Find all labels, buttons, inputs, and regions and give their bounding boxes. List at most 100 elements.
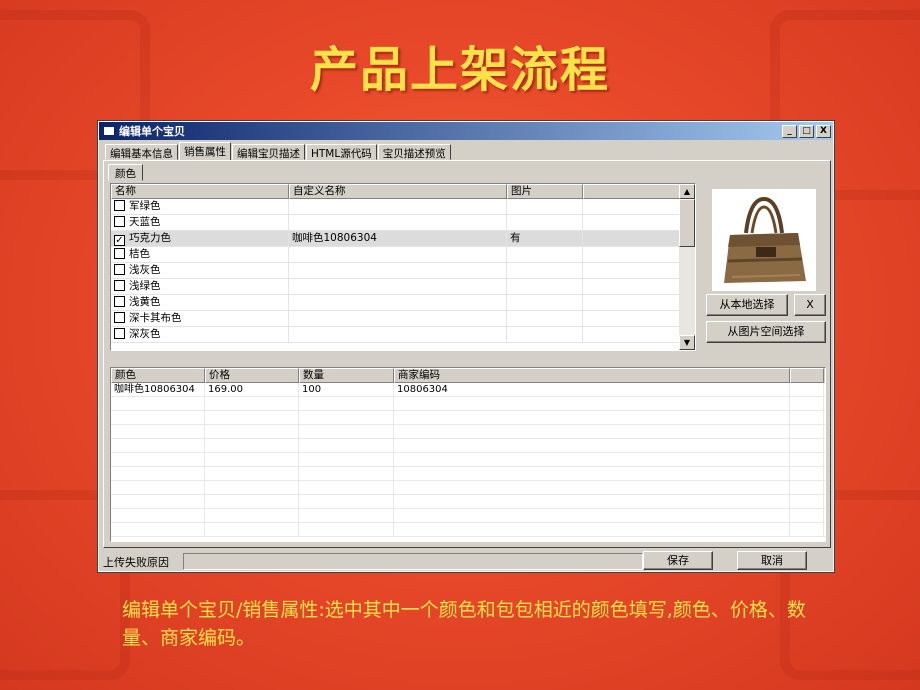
select-local-button[interactable]: 从本地选择 xyxy=(706,294,788,316)
image-cell xyxy=(507,327,583,342)
col-header-color[interactable]: 颜色 xyxy=(111,368,205,383)
blank-cell xyxy=(583,199,683,214)
custom-name-cell[interactable] xyxy=(289,279,507,294)
subtab-color[interactable]: 颜色 xyxy=(108,164,143,181)
color-name-cell: 桔色 xyxy=(111,247,289,262)
color-checkbox[interactable] xyxy=(114,200,125,211)
custom-name-cell[interactable] xyxy=(289,263,507,278)
col-header-price[interactable]: 价格 xyxy=(205,368,299,383)
custom-name-cell[interactable] xyxy=(289,311,507,326)
sku-grid: 颜色 价格 数量 商家编码 咖啡色10806304 169.00 100 108063… xyxy=(110,367,826,542)
color-grid-scrollbar[interactable]: ▲ ▼ xyxy=(679,184,695,350)
empty-table-row xyxy=(111,425,825,439)
blank-cell xyxy=(583,295,683,310)
table-row[interactable]: 咖啡色10806304 169.00 100 10806304 xyxy=(111,383,825,397)
product-image xyxy=(712,189,816,291)
table-row[interactable]: 浅灰色 xyxy=(111,263,695,279)
custom-name-cell[interactable] xyxy=(289,247,507,262)
handbag-icon xyxy=(724,196,806,283)
empty-table-row xyxy=(111,453,825,467)
sku-price-cell[interactable]: 169.00 xyxy=(205,383,299,396)
table-row[interactable]: 桔色 xyxy=(111,247,695,263)
sku-quantity-cell[interactable]: 100 xyxy=(299,383,394,396)
window-title: 编辑单个宝贝 xyxy=(119,125,185,138)
cancel-button[interactable]: 取消 xyxy=(737,551,807,570)
table-row[interactable]: ✓ 巧克力色 咖啡色10806304 有 xyxy=(111,231,695,247)
slide-caption: 编辑单个宝贝/销售属性:选中其中一个颜色和包包相近的颜色填写,颜色、价格、数量、… xyxy=(122,599,806,649)
color-checkbox[interactable] xyxy=(114,328,125,339)
image-cell xyxy=(507,199,583,214)
custom-name-cell[interactable] xyxy=(289,295,507,310)
color-name-cell: ✓ 巧克力色 xyxy=(111,231,289,246)
col-header-merchant-code[interactable]: 商家编码 xyxy=(394,368,790,383)
color-name-cell: 深卡其布色 xyxy=(111,311,289,326)
color-name-label: 深灰色 xyxy=(129,328,161,340)
table-row[interactable]: 浅绿色 xyxy=(111,279,695,295)
custom-name-cell[interactable] xyxy=(289,199,507,214)
blank-cell xyxy=(583,215,683,230)
sku-code-cell[interactable]: 10806304 xyxy=(394,383,790,396)
image-cell xyxy=(507,295,583,310)
color-name-cell: 浅黄色 xyxy=(111,295,289,310)
blank-cell xyxy=(583,231,683,246)
color-name-label: 天蓝色 xyxy=(129,216,161,228)
table-row[interactable]: 军绿色 xyxy=(111,199,695,215)
empty-table-row xyxy=(111,397,825,411)
image-cell xyxy=(507,215,583,230)
image-cell xyxy=(507,279,583,294)
image-cell xyxy=(507,263,583,278)
select-image-space-button[interactable]: 从图片空间选择 xyxy=(706,321,826,343)
table-row[interactable]: 浅黄色 xyxy=(111,295,695,311)
upload-fail-label: 上传失败原因 xyxy=(103,556,169,569)
tab-description-preview[interactable]: 宝贝描述预览 xyxy=(377,144,451,160)
empty-table-row xyxy=(111,509,825,523)
color-name-label: 浅绿色 xyxy=(129,280,161,292)
custom-name-cell[interactable] xyxy=(289,215,507,230)
color-grid: 名称 自定义名称 图片 军绿色 天蓝色 ✓ 巧克力色 咖啡色10806304 有桔色 浅灰色… xyxy=(110,183,696,351)
color-checkbox[interactable] xyxy=(114,312,125,323)
col-header-custom-name[interactable]: 自定义名称 xyxy=(289,184,507,199)
color-checkbox[interactable] xyxy=(114,264,125,275)
close-button[interactable]: X xyxy=(816,124,831,138)
tab-edit-description[interactable]: 编辑宝贝描述 xyxy=(232,144,305,160)
color-checkbox[interactable]: ✓ xyxy=(114,235,125,246)
sku-color-cell[interactable]: 咖啡色10806304 xyxy=(111,383,205,396)
image-cell xyxy=(507,311,583,326)
color-name-label: 浅黄色 xyxy=(129,296,161,308)
blank-cell xyxy=(583,327,683,342)
window-titlebar[interactable]: 编辑单个宝贝 _ □ X xyxy=(99,122,833,140)
status-bar: 上传失败原因 保存 取消 xyxy=(99,551,833,572)
scroll-down-arrow-icon[interactable]: ▼ xyxy=(679,335,695,350)
upload-fail-reason-field xyxy=(183,553,643,570)
scroll-up-arrow-icon[interactable]: ▲ xyxy=(679,184,695,199)
custom-name-cell[interactable] xyxy=(289,327,507,342)
custom-name-cell[interactable]: 咖啡色10806304 xyxy=(289,231,507,246)
save-button[interactable]: 保存 xyxy=(643,551,713,570)
maximize-button[interactable]: □ xyxy=(799,124,814,138)
empty-table-row xyxy=(111,411,825,425)
table-row[interactable]: 天蓝色 xyxy=(111,215,695,231)
col-header-blank xyxy=(583,184,683,199)
color-checkbox[interactable] xyxy=(114,216,125,227)
color-name-label: 桔色 xyxy=(129,248,150,260)
image-cell: 有 xyxy=(507,231,583,246)
clear-image-button[interactable]: X xyxy=(794,294,826,316)
col-header-image[interactable]: 图片 xyxy=(507,184,583,199)
col-header-name[interactable]: 名称 xyxy=(111,184,289,199)
table-row[interactable]: 深卡其布色 xyxy=(111,311,695,327)
tab-sales-attributes[interactable]: 销售属性 xyxy=(179,142,231,160)
minimize-button[interactable]: _ xyxy=(782,124,797,138)
scroll-thumb[interactable] xyxy=(679,199,695,247)
table-row[interactable]: 深灰色 xyxy=(111,327,695,343)
empty-table-row xyxy=(111,495,825,509)
color-grid-body: 军绿色 天蓝色 ✓ 巧克力色 咖啡色10806304 有桔色 浅灰色 浅绿色 浅黄色 深卡其布色深… xyxy=(111,199,695,343)
color-checkbox[interactable] xyxy=(114,248,125,259)
blank-cell xyxy=(583,311,683,326)
tab-strip: 编辑基本信息 销售属性 编辑宝贝描述 HTML源代码 宝贝描述预览 xyxy=(105,142,452,161)
color-checkbox[interactable] xyxy=(114,296,125,307)
empty-table-row xyxy=(111,523,825,537)
tab-html-source[interactable]: HTML源代码 xyxy=(306,144,377,160)
tab-basic-info[interactable]: 编辑基本信息 xyxy=(105,144,178,160)
color-checkbox[interactable] xyxy=(114,280,125,291)
col-header-quantity[interactable]: 数量 xyxy=(299,368,394,383)
